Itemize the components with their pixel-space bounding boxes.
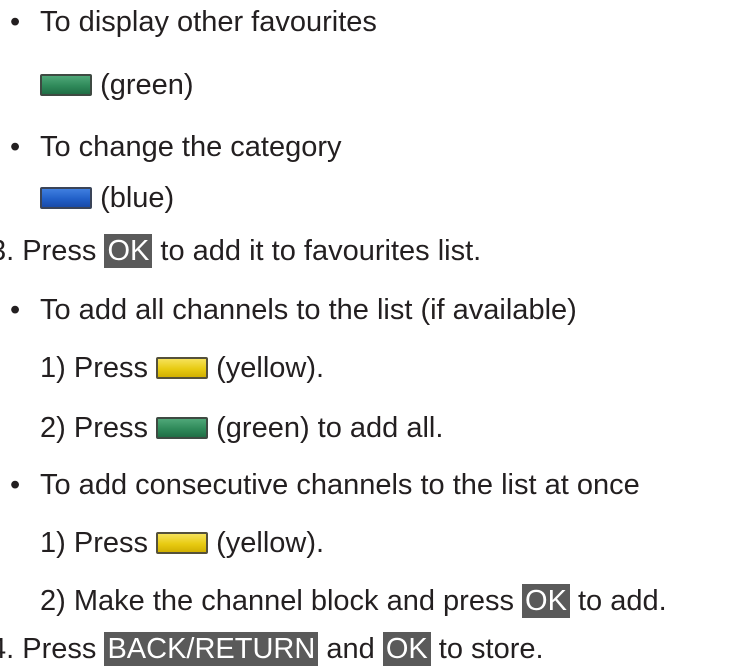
bullet-item-add-all-channels: • To add all channels to the list (if ava…: [10, 294, 577, 326]
ok-key-label: OK: [522, 584, 570, 618]
bullet-item-display-favourites: • To display other favourites: [10, 6, 377, 38]
bullet-icon: •: [10, 294, 21, 326]
step-4: 4. Press BACK/RETURN and OK to store.: [0, 632, 544, 666]
yellow-button-icon: [156, 357, 209, 379]
bullet-icon: •: [10, 469, 21, 501]
back-return-key-label: BACK/RETURN: [104, 632, 319, 666]
bullet-icon: •: [10, 131, 21, 163]
blue-button-icon: [40, 187, 92, 209]
ok-key-label: OK: [382, 632, 431, 666]
blue-button-hint: (blue): [40, 180, 174, 216]
green-button-hint: (green): [40, 67, 194, 103]
green-button-icon: [40, 74, 92, 96]
substep-consecutive-2: 2) Make the channel block and press OK t…: [40, 584, 667, 618]
substep-add-all-2: 2) Press (green) to add all.: [40, 412, 444, 444]
bullet-icon: •: [10, 6, 21, 38]
step-3: 3. Press OK to add it to favourites list…: [0, 234, 482, 268]
substep-consecutive-1: 1) Press (yellow).: [40, 527, 325, 559]
green-button-icon: [156, 417, 209, 439]
bullet-item-change-category: • To change the category: [10, 131, 342, 163]
substep-add-all-1: 1) Press (yellow).: [40, 352, 325, 384]
yellow-button-icon: [156, 532, 209, 554]
bullet-item-add-consecutive: • To add consecutive channels to the list…: [10, 469, 640, 501]
ok-key-label: OK: [104, 234, 153, 268]
